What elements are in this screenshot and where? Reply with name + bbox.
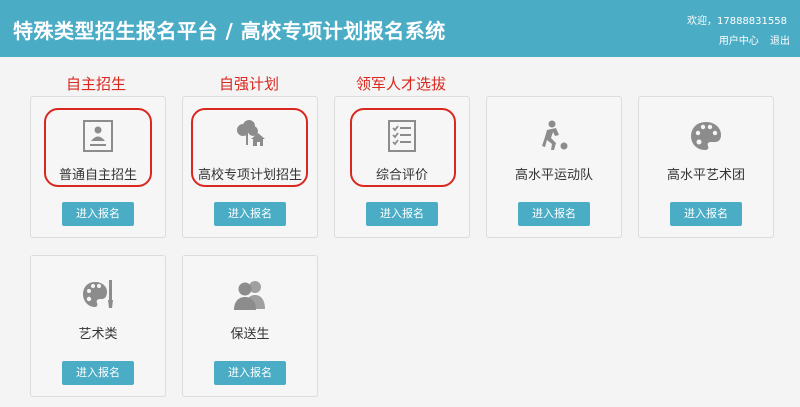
enter-registration-button[interactable]: 进入报名 bbox=[62, 202, 134, 226]
card-arts: 艺术类 进入报名 bbox=[30, 255, 166, 397]
annotation-label: 自强计划 bbox=[219, 75, 280, 93]
enter-registration-button[interactable]: 进入报名 bbox=[214, 202, 286, 226]
card-label: 综合评价 bbox=[375, 168, 428, 183]
enter-registration-button[interactable]: 进入报名 bbox=[62, 361, 134, 385]
logout-link[interactable]: 退出 bbox=[770, 36, 790, 47]
user-center-link[interactable]: 用户中心 bbox=[719, 36, 759, 47]
card-label: 高校专项计划招生 bbox=[197, 168, 302, 183]
tree-house-icon bbox=[231, 117, 269, 155]
card-special-plan: 高校专项计划招生 进入报名 bbox=[182, 96, 318, 238]
enter-registration-button[interactable]: 进入报名 bbox=[366, 202, 438, 226]
enter-registration-button[interactable]: 进入报名 bbox=[518, 202, 590, 226]
enter-registration-button[interactable]: 进入报名 bbox=[214, 361, 286, 385]
card-label: 保送生 bbox=[230, 327, 270, 342]
user-links: 用户中心 退出 bbox=[711, 32, 790, 47]
card-art-troupe: 高水平艺术团 进入报名 bbox=[638, 96, 774, 238]
palette-icon bbox=[687, 117, 725, 155]
welcome-text: 欢迎，17888831558 bbox=[687, 16, 787, 27]
card-label: 普通自主招生 bbox=[58, 168, 137, 183]
card-general-independent: 普通自主招生 进入报名 bbox=[30, 96, 166, 238]
card-sports-team: 高水平运动队 进入报名 bbox=[486, 96, 622, 238]
soccer-player-icon bbox=[535, 117, 573, 155]
card-comprehensive-evaluation: 综合评价 进入报名 bbox=[334, 96, 470, 238]
card-recommended-students: 保送生 进入报名 bbox=[182, 255, 318, 397]
checklist-icon bbox=[383, 117, 421, 155]
card-label: 高水平运动队 bbox=[514, 168, 593, 183]
top-header: 特殊类型招生报名平台 / 高校专项计划报名系统 欢迎，17888831558 用… bbox=[0, 0, 800, 57]
users-icon bbox=[231, 276, 269, 314]
site-title: 特殊类型招生报名平台 / 高校专项计划报名系统 bbox=[13, 19, 446, 43]
annotation-label: 自主招生 bbox=[66, 75, 127, 93]
id-card-icon bbox=[79, 117, 117, 155]
card-label: 艺术类 bbox=[78, 327, 118, 342]
card-label: 高水平艺术团 bbox=[666, 168, 745, 183]
palette-brush-icon bbox=[79, 276, 117, 314]
annotation-label: 领军人才选拔 bbox=[356, 75, 447, 93]
enter-registration-button[interactable]: 进入报名 bbox=[670, 202, 742, 226]
